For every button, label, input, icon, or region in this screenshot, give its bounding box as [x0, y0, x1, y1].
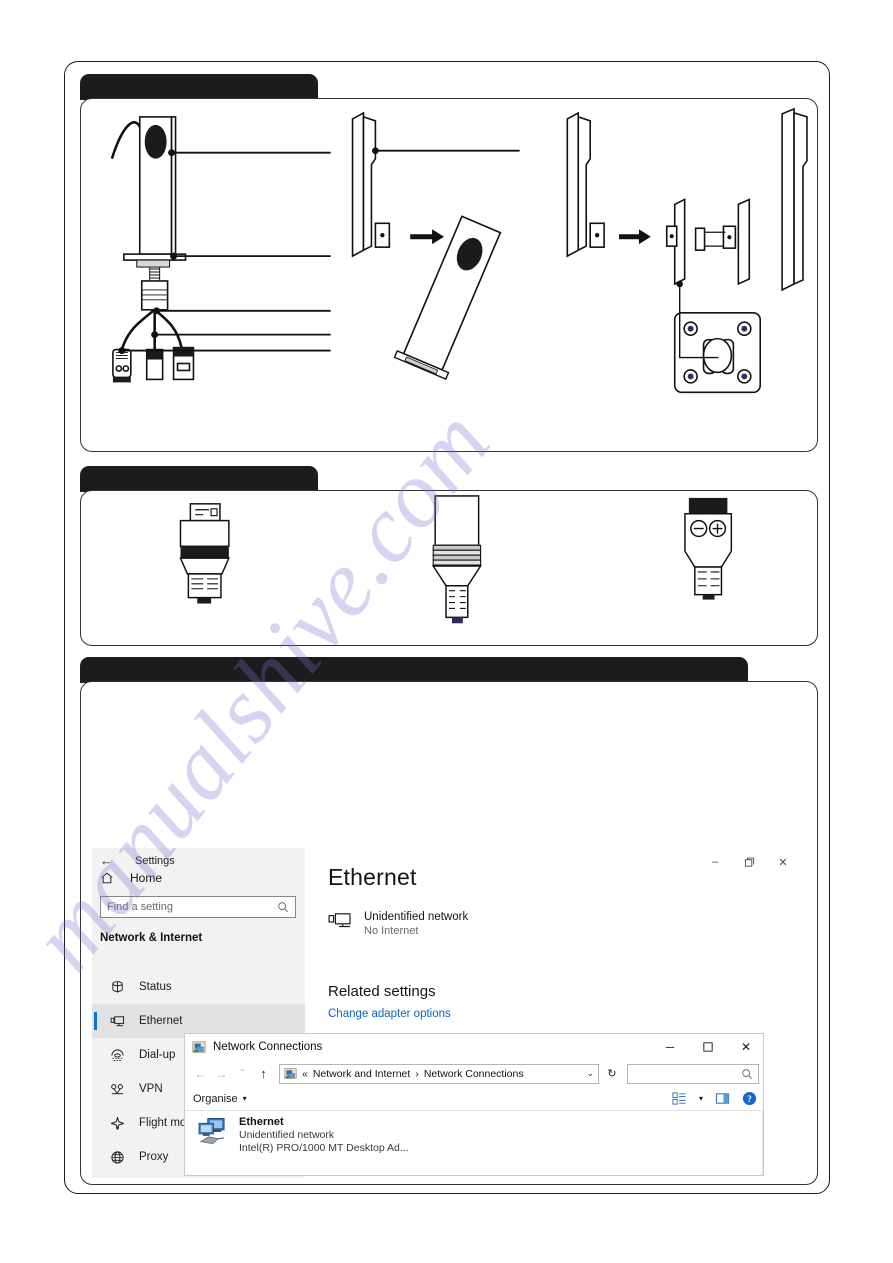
view-options-icon[interactable] — [672, 1091, 687, 1106]
section-body-mounting — [80, 98, 818, 452]
related-settings-heading: Related settings — [328, 983, 436, 1000]
explorer-address-row: ← → ˇ ↑ « Network and Internet › Network… — [185, 1060, 763, 1087]
ethernet-icon — [110, 1015, 125, 1026]
section-connector-types — [80, 466, 818, 646]
chevron-down-icon[interactable]: ⌄ — [586, 1068, 594, 1079]
section-tab-network — [80, 657, 748, 683]
settings-home-label: Home — [130, 871, 163, 885]
ethernet-network-status: Unidentified network No Internet — [328, 910, 468, 938]
sidebar-item-label: Status — [139, 981, 172, 993]
network-adapter-icon — [198, 1117, 225, 1145]
section-tab-mounting — [80, 74, 318, 100]
explorer-toolbar-right: ▾ ? — [672, 1091, 757, 1106]
organise-label: Organise — [193, 1092, 238, 1105]
sidebar-item-label: VPN — [139, 1083, 163, 1095]
sidebar-item-label: Dial-up — [139, 1049, 176, 1061]
section-tab-connectors — [80, 466, 318, 492]
network-connections-app-icon — [192, 1041, 206, 1053]
settings-window-controls: – ✕ — [698, 852, 800, 872]
ethernet-monitor-icon — [328, 913, 351, 928]
address-bar[interactable]: « Network and Internet › Network Connect… — [279, 1063, 599, 1084]
settings-search-input[interactable]: Find a setting — [100, 896, 296, 918]
view-dropdown-caret[interactable]: ▾ — [699, 1094, 703, 1103]
minimize-button[interactable]: ─ — [651, 1034, 689, 1060]
sidebar-item-label: Ethernet — [139, 1015, 183, 1027]
connector-diagram — [179, 495, 733, 624]
section-body-connectors — [80, 490, 818, 646]
breadcrumb-separator: › — [415, 1067, 419, 1080]
breadcrumb-item-network-and-internet[interactable]: Network and Internet — [313, 1068, 410, 1080]
connector-polarity-type — [684, 497, 733, 600]
page-title: Ethernet — [328, 864, 417, 890]
breadcrumb-leading-separator: « — [302, 1067, 308, 1080]
settings-search-placeholder: Find a setting — [107, 901, 174, 913]
sidebar-item-status[interactable]: Status — [92, 970, 305, 1004]
breadcrumb-item-network-connections[interactable]: Network Connections — [424, 1068, 524, 1080]
back-arrow-icon[interactable]: ← — [100, 854, 113, 867]
maximize-button[interactable] — [689, 1034, 727, 1060]
chevron-down-icon: ▾ — [242, 1094, 247, 1103]
proxy-icon — [111, 1150, 124, 1164]
list-item[interactable]: Ethernet Unidentified network Intel(R) P… — [185, 1111, 763, 1155]
network-connections-list: Ethernet Unidentified network Intel(R) P… — [185, 1111, 763, 1175]
dialup-icon — [111, 1048, 124, 1061]
home-icon — [101, 872, 113, 884]
network-name: Unidentified network — [364, 911, 469, 923]
connector-usb-type — [179, 503, 230, 604]
svg-text:?: ? — [747, 1095, 752, 1105]
search-icon — [278, 902, 289, 913]
close-button[interactable]: ✕ — [766, 852, 800, 872]
explorer-details-pane-divider — [762, 1111, 763, 1175]
network-crumb-icon — [284, 1068, 297, 1079]
window-title: Network Connections — [213, 1041, 323, 1053]
network-connections-titlebar: Network Connections ─ ✕ — [185, 1034, 763, 1060]
maximize-icon — [703, 1042, 713, 1052]
up-button[interactable]: ↑ — [254, 1064, 273, 1083]
flight-mode-icon — [110, 1116, 125, 1130]
settings-back-label: Settings — [135, 854, 175, 867]
refresh-button[interactable]: ↻ — [601, 1064, 623, 1084]
explorer-search-input[interactable] — [627, 1063, 759, 1084]
vpn-icon — [111, 1083, 124, 1094]
manual-page: ← Settings Home Find a setting Network &… — [0, 0, 893, 1263]
section-mounting-steps — [80, 74, 818, 452]
close-button[interactable]: ✕ — [727, 1034, 763, 1060]
connection-name: Ethernet — [239, 1116, 284, 1128]
network-status: No Internet — [364, 925, 419, 937]
preview-pane-icon[interactable] — [715, 1091, 730, 1106]
sidebar-item-label: Proxy — [139, 1151, 169, 1163]
connector-screw-lock-type — [431, 495, 482, 624]
help-icon[interactable]: ? — [742, 1091, 757, 1106]
mounting-diagram — [110, 107, 808, 394]
status-icon — [112, 980, 123, 993]
search-icon — [742, 1068, 753, 1079]
settings-home-row[interactable]: Home — [100, 871, 162, 885]
connection-network: Unidentified network — [239, 1129, 335, 1141]
restore-icon — [744, 857, 754, 867]
restore-button[interactable] — [732, 852, 766, 872]
settings-back-row[interactable]: ← Settings — [100, 854, 175, 867]
settings-category-title: Network & Internet — [100, 932, 203, 944]
organise-button[interactable]: Organise ▾ — [193, 1093, 247, 1105]
network-connections-window: Network Connections ─ ✕ ← → ˇ ↑ « Networ… — [184, 1033, 764, 1176]
forward-button[interactable]: → — [212, 1064, 231, 1083]
change-adapter-options-link[interactable]: Change adapter options — [328, 1008, 451, 1020]
explorer-window-controls: ─ ✕ — [651, 1034, 763, 1060]
explorer-toolbar: Organise ▾ ▾ ? — [185, 1087, 763, 1111]
back-button[interactable]: ← — [191, 1064, 210, 1083]
connection-adapter: Intel(R) PRO/1000 MT Desktop Ad... — [239, 1142, 409, 1154]
recent-locations-button[interactable]: ˇ — [233, 1064, 252, 1083]
minimize-button[interactable]: – — [698, 852, 732, 872]
